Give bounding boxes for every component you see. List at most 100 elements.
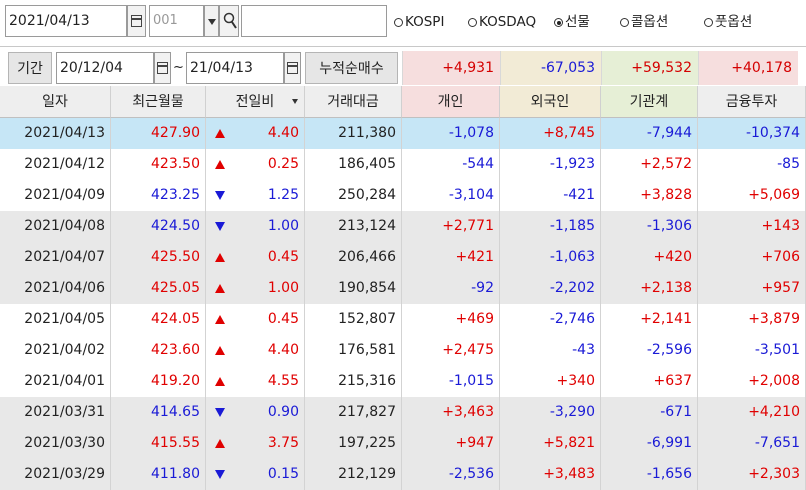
cell-date: 2021/03/31: [0, 397, 111, 428]
chevron-down-icon: [208, 19, 216, 25]
radio-dot-icon: [704, 18, 713, 27]
toolbar-divider: [0, 46, 806, 47]
col-header-institution[interactable]: 기관계: [601, 86, 698, 118]
col-header-financial-investment[interactable]: 금융투자: [698, 86, 806, 118]
code-field[interactable]: 001: [149, 5, 204, 37]
up-triangle-icon: [215, 284, 225, 293]
col-header-individual[interactable]: 개인: [402, 86, 500, 118]
cell-trade-value: 176,581: [305, 335, 402, 366]
sort-dropdown-icon[interactable]: [292, 99, 298, 104]
table-row[interactable]: 2021/04/12 423.50 0.25 186,405 -544 -1,923 +2,…: [0, 149, 806, 180]
table-row[interactable]: 2021/03/31 414.65 0.90 217,827 +3,463 -3,290-…: [0, 397, 806, 428]
cell-foreign: +5,821: [500, 428, 601, 459]
period-to-field[interactable]: 21/04/13: [186, 52, 284, 84]
cell-institution: -6,991: [601, 428, 698, 459]
table-row[interactable]: 2021/04/13 427.90 4.40 211,380 -1,078 +8,745-…: [0, 118, 806, 149]
cell-financial-investment: +957: [698, 273, 806, 304]
cell-nearest-month: 423.50: [111, 149, 206, 180]
table-row[interactable]: 2021/04/01 419.20 4.55 215,316 -1,015 +340 +63…: [0, 366, 806, 397]
cell-foreign: +3,483: [500, 459, 601, 490]
cell-trade-value: 250,284: [305, 180, 402, 211]
down-triangle-icon: [215, 222, 225, 231]
col-header-foreign[interactable]: 외국인: [500, 86, 601, 118]
table-row[interactable]: 2021/03/30 415.55 3.75 197,225 +947 +5,821 -6,…: [0, 428, 806, 459]
cell-institution: +2,138: [601, 273, 698, 304]
calendar-icon: [157, 62, 168, 74]
up-triangle-icon: [215, 253, 225, 262]
cell-trade-value: 186,405: [305, 149, 402, 180]
table-row[interactable]: 2021/04/09 423.25 1.25 250,284 -3,104 -421 +3,…: [0, 180, 806, 211]
code-dropdown-button[interactable]: [204, 5, 219, 37]
cell-foreign: -421: [500, 180, 601, 211]
cell-institution: +637: [601, 366, 698, 397]
period-to-calendar-button[interactable]: [284, 52, 301, 84]
table-row[interactable]: 2021/03/29 411.80 0.15 212,129 -2,536 +3,483-…: [0, 459, 806, 490]
cell-date: 2021/04/08: [0, 211, 111, 242]
cell-trade-value: 206,466: [305, 242, 402, 273]
col-header-change-label: 전일비: [235, 94, 275, 110]
name-field[interactable]: [241, 5, 387, 37]
cell-nearest-month: 427.90: [111, 118, 206, 149]
up-triangle-icon: [215, 346, 225, 355]
col-header-trade-value[interactable]: 거래대금: [305, 86, 402, 118]
search-button[interactable]: [219, 5, 239, 37]
cell-financial-investment: +3,879: [698, 304, 806, 335]
period-from-calendar-button[interactable]: [154, 52, 171, 84]
date-value: 2021/04/13: [9, 13, 90, 29]
radio-futures[interactable]: 선물: [554, 2, 590, 42]
cell-date: 2021/04/12: [0, 149, 111, 180]
period-from-value: 20/12/04: [60, 60, 123, 76]
cell-date: 2021/04/02: [0, 335, 111, 366]
cell-trade-value: 213,124: [305, 211, 402, 242]
radio-kospi-label: KOSPI: [405, 14, 445, 30]
period-from-field[interactable]: 20/12/04: [56, 52, 154, 84]
cell-institution: +2,572: [601, 149, 698, 180]
cell-individual: +421: [402, 242, 500, 273]
cell-financial-investment: -85: [698, 149, 806, 180]
cell-individual: -544: [402, 149, 500, 180]
cell-date: 2021/03/30: [0, 428, 111, 459]
radio-kosdaq[interactable]: KOSDAQ: [468, 2, 536, 42]
col-header-change[interactable]: 전일비: [206, 86, 305, 118]
cell-individual: -1,015: [402, 366, 500, 397]
cell-foreign: -1,923: [500, 149, 601, 180]
cell-nearest-month: 425.05: [111, 273, 206, 304]
search-icon: [223, 12, 237, 29]
period-to-value: 21/04/13: [190, 60, 253, 76]
col-header-date[interactable]: 일자: [0, 86, 111, 118]
up-triangle-icon: [215, 160, 225, 169]
cell-financial-investment: -10,374: [698, 118, 806, 149]
cell-date: 2021/04/05: [0, 304, 111, 335]
code-value: 001: [153, 13, 178, 28]
cell-nearest-month: 414.65: [111, 397, 206, 428]
radio-put-option-label: 풋옵션: [715, 14, 753, 30]
cell-individual: +947: [402, 428, 500, 459]
radio-put-option[interactable]: 풋옵션: [704, 2, 752, 42]
cell-trade-value: 215,316: [305, 366, 402, 397]
down-triangle-icon: [215, 191, 225, 200]
table-row[interactable]: 2021/04/06 425.05 1.00 190,854 -92 -2,202 +2,1…: [0, 273, 806, 304]
col-header-nearest-month[interactable]: 최근월물: [111, 86, 206, 118]
cell-financial-investment: +143: [698, 211, 806, 242]
cell-nearest-month: 423.60: [111, 335, 206, 366]
radio-kospi[interactable]: KOSPI: [394, 2, 444, 42]
cum-institution: +59,532: [601, 51, 698, 85]
cell-date: 2021/03/29: [0, 459, 111, 490]
radio-call-option[interactable]: 콜옵션: [620, 2, 668, 42]
date-field[interactable]: 2021/04/13: [5, 5, 127, 37]
table-row[interactable]: 2021/04/07 425.50 0.45 206,466 +421 -1,063 +42…: [0, 242, 806, 273]
cell-institution: -7,944: [601, 118, 698, 149]
cell-trade-value: 152,807: [305, 304, 402, 335]
table-row[interactable]: 2021/04/02 423.60 4.40 176,581 +2,475 -43 -2,5…: [0, 335, 806, 366]
cell-nearest-month: 419.20: [111, 366, 206, 397]
up-triangle-icon: [215, 129, 225, 138]
cum-individual: +4,931: [402, 51, 500, 85]
cell-nearest-month: 424.05: [111, 304, 206, 335]
cell-institution: +3,828: [601, 180, 698, 211]
date-calendar-button[interactable]: [127, 5, 146, 37]
down-triangle-icon: [215, 470, 225, 479]
cell-institution: -1,656: [601, 459, 698, 490]
table-row[interactable]: 2021/04/08 424.50 1.00 213,124 +2,771 -1,185-…: [0, 211, 806, 242]
table-row[interactable]: 2021/04/05 424.05 0.45 152,807 +469 -2,746 +2,…: [0, 304, 806, 335]
radio-kosdaq-label: KOSDAQ: [479, 14, 537, 30]
